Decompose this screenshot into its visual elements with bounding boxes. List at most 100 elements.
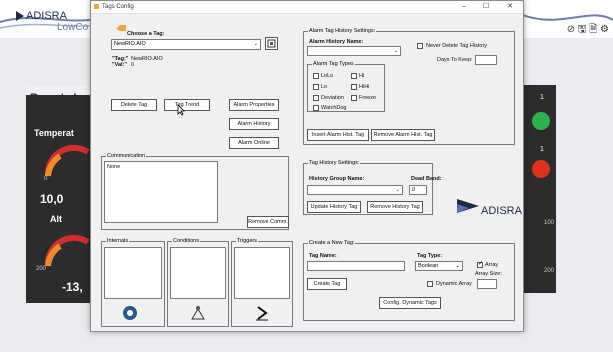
hi-checkbox[interactable]	[351, 73, 357, 79]
tags-config-window: Tags Config – ☐ ✕ Choose a Tag: NewRIO.A…	[90, 0, 524, 332]
val-line-label: "Val:"	[112, 62, 127, 68]
conditions-legend: Conditions	[172, 238, 200, 244]
remove-history-button[interactable]: Remove History Tag	[367, 201, 423, 213]
tag-icon	[116, 25, 126, 31]
tag-type-select[interactable]: Boolean ⌄	[415, 261, 463, 271]
alarm-history-button[interactable]: Alarm History	[229, 118, 279, 130]
dynamic-array-label: Dynamic Array	[436, 281, 472, 287]
hihi-label: HiHi	[359, 84, 370, 90]
never-delete-checkbox[interactable]	[417, 43, 423, 49]
minimize-button[interactable]: –	[455, 1, 473, 13]
cursor-icon	[177, 104, 185, 116]
tag-line-value: NewRIO.AIO	[131, 56, 163, 62]
create-tag-legend: Create a New Tag:	[308, 240, 356, 246]
chevron-down-icon: ⌄	[455, 263, 460, 269]
maximize-button[interactable]: ☐	[477, 1, 495, 13]
communication-legend: Communication	[106, 153, 147, 159]
close-button[interactable]: ✕	[501, 1, 519, 13]
chevron-down-icon: ⌄	[395, 187, 400, 193]
background-led-red	[532, 160, 550, 178]
internals-legend: Internals	[106, 238, 130, 244]
background-led-green	[532, 112, 550, 130]
conditions-list[interactable]	[170, 247, 226, 299]
tag-trend-button[interactable]: Tag Trend	[164, 99, 210, 111]
triggers-list[interactable]	[234, 247, 290, 299]
watchdog-label: WatchDog	[321, 105, 347, 111]
freeze-label: Freeze	[359, 95, 377, 101]
hihi-checkbox[interactable]	[351, 84, 357, 90]
deadband-input[interactable]: 0	[409, 185, 427, 195]
lo-checkbox[interactable]	[313, 84, 319, 90]
chevron-down-icon: ⌄	[253, 41, 258, 47]
alarm-history-name-combo[interactable]: ⌄	[307, 46, 401, 56]
dynamic-array-checkbox[interactable]	[427, 281, 433, 287]
watchdog-checkbox[interactable]	[313, 105, 319, 111]
tag-type-value: Boolean	[418, 263, 439, 269]
deadband-label: Dead Band:	[411, 176, 442, 182]
remove-comm-button[interactable]: Remove Comm.	[247, 216, 289, 228]
background-gauge-1	[44, 144, 90, 177]
background-tick-200: 200	[36, 266, 47, 272]
tag-name-input[interactable]	[307, 261, 405, 271]
history-group-label: History Group Name:	[309, 176, 365, 182]
tag-browse-button[interactable]	[265, 37, 278, 50]
freeze-checkbox[interactable]	[351, 95, 357, 101]
alarm-properties-button[interactable]: Alarm Properties	[229, 99, 279, 111]
triggers-icon[interactable]	[253, 304, 271, 325]
array-size-label: Array Size:	[475, 271, 502, 277]
background-logo-sub: LowCo	[57, 22, 89, 33]
insert-alarm-hist-button[interactable]: Insert Alarm Hist. Tag	[307, 129, 369, 141]
remove-alarm-hist-button[interactable]: Remove Alarm Hist. Tag	[371, 129, 435, 141]
create-tag-button[interactable]: Create Tag	[307, 278, 347, 290]
background-tick-r100: 100	[544, 220, 555, 226]
window-title: Tags Config	[102, 4, 134, 10]
background-tick-r1: 1	[540, 94, 544, 101]
alarm-history-settings-legend: Alarm Tag History Settings:	[308, 28, 377, 34]
browse-icon	[267, 39, 276, 48]
never-delete-label: Never Delete Tag History	[426, 43, 488, 49]
adisra-logo-icon	[457, 199, 479, 213]
lolo-checkbox[interactable]	[313, 73, 319, 79]
communication-value: None	[107, 164, 121, 170]
days-to-keep-input[interactable]	[475, 55, 497, 65]
tag-history-settings-legend: Tag History Settings:	[308, 160, 361, 166]
deviation-checkbox[interactable]	[313, 95, 319, 101]
hi-label: Hi	[359, 73, 365, 79]
background-value-2: -13,	[62, 280, 83, 294]
window-titlebar: Tags Config – ☐ ✕	[91, 1, 523, 14]
alarm-history-name-label: Alarm History Name:	[309, 39, 364, 45]
chevron-down-icon: ⌄	[393, 48, 398, 54]
conditions-icon[interactable]	[189, 304, 207, 325]
background-tick-r200: 200	[544, 268, 555, 274]
app-icon	[94, 4, 99, 9]
background-label-temperature: Temperat	[34, 128, 74, 138]
background-tick-0: 0	[44, 176, 48, 182]
tag-select-value: NewRIO.AIO	[114, 41, 146, 47]
background-logo: ADISRA	[16, 10, 67, 22]
communication-list[interactable]: None	[104, 161, 218, 223]
array-size-input[interactable]	[477, 279, 497, 289]
background-tick-r2: 1	[540, 146, 544, 153]
val-line-value: 0	[131, 62, 135, 68]
background-label-alt: Alt	[50, 214, 62, 224]
array-label: Array	[485, 262, 499, 268]
adisra-logo-text: ADISRA	[481, 205, 522, 217]
background-toolbar-icons[interactable]: ⊘ 🖫 🗎 ⚙	[567, 22, 609, 39]
internals-list[interactable]	[104, 247, 162, 299]
array-checkbox[interactable]	[477, 260, 483, 268]
delete-tag-button[interactable]: Delete Tag	[111, 99, 157, 111]
tag-select-combo[interactable]: NewRIO.AIO ⌄	[111, 39, 261, 50]
alarm-types-legend: Alarm Tag Types	[312, 61, 355, 67]
background-value-1: 10,0	[40, 192, 64, 206]
background-gauge-2	[44, 234, 90, 267]
tag-name-label: Tag Name:	[309, 253, 337, 259]
lolo-label: LoLo	[321, 73, 334, 79]
config-dynamic-tags-button[interactable]: Config. Dynamic Tags	[379, 297, 441, 309]
triggers-legend: Triggers	[236, 238, 258, 244]
alarm-online-button[interactable]: Alarm Online	[229, 137, 279, 149]
deviation-label: Deviation	[321, 95, 344, 101]
update-history-button[interactable]: Update History Tag	[307, 201, 361, 213]
days-to-keep-label: Days To Keep:	[437, 57, 473, 63]
gear-icon[interactable]	[121, 304, 139, 325]
history-group-combo[interactable]: ⌄	[307, 185, 403, 195]
